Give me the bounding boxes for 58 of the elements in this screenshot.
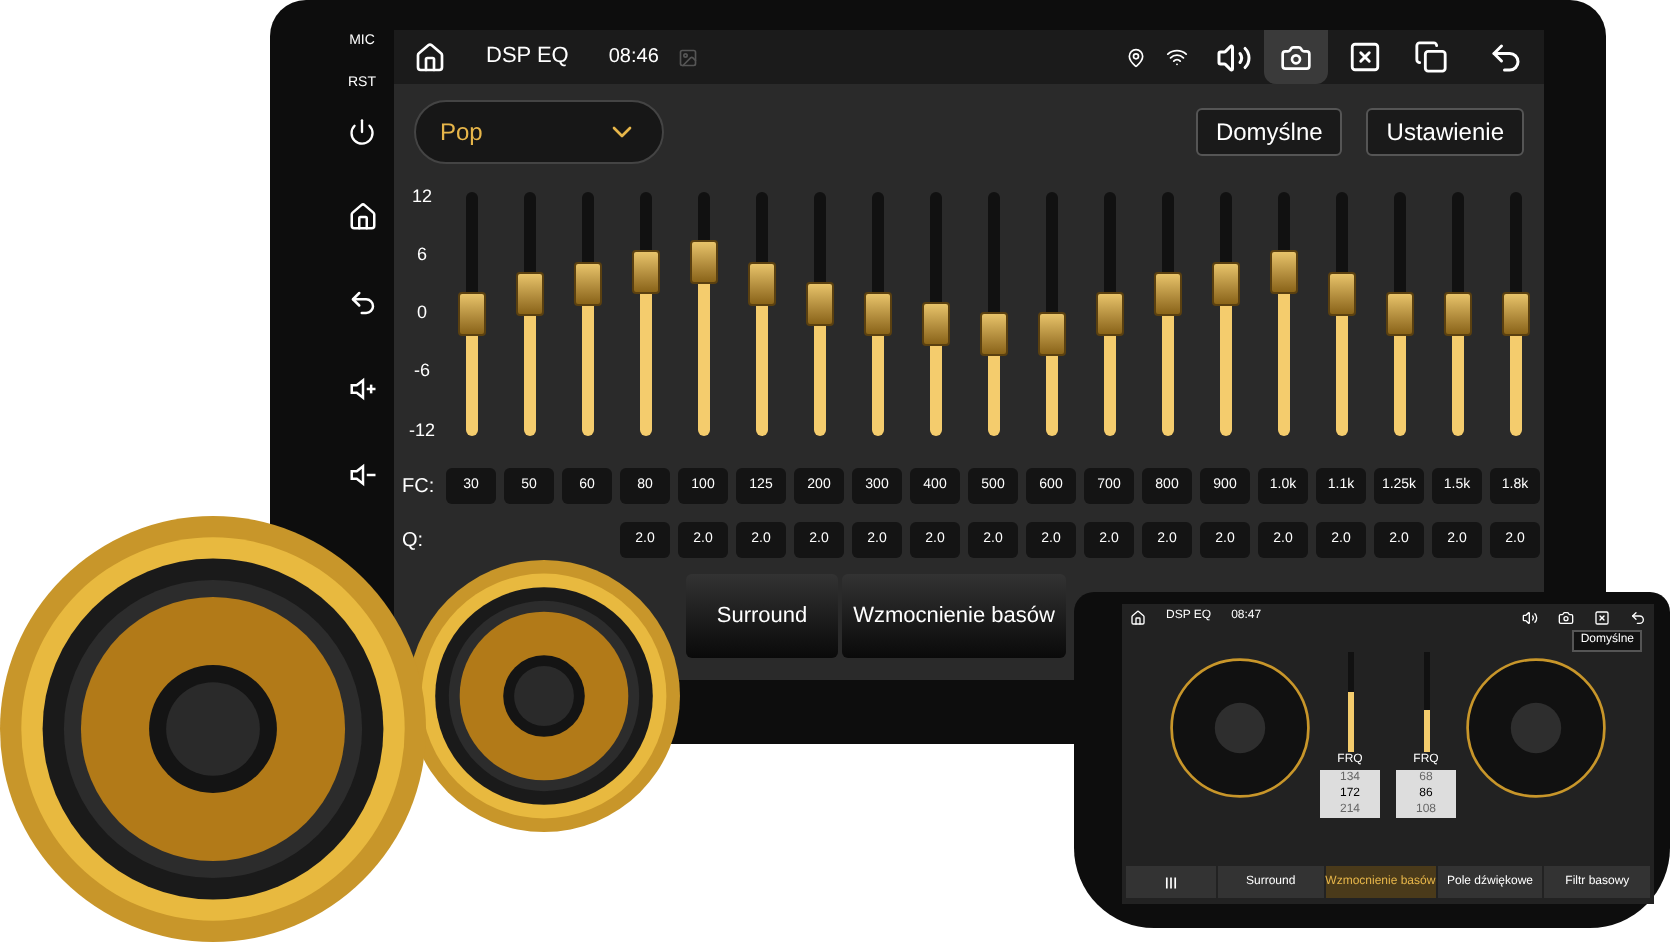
back-icon[interactable] [1488,39,1524,75]
home-icon[interactable] [414,41,446,73]
slider-thumb[interactable] [457,292,485,336]
slider-thumb[interactable] [1269,250,1297,295]
app-title: DSP EQ [486,42,569,73]
slider-thumb[interactable] [979,311,1007,356]
slider-thumb[interactable] [1211,262,1239,307]
action-button[interactable]: Domyślne [1195,108,1343,156]
equalizer-tab[interactable] [1126,866,1216,898]
mode-tab[interactable]: Surround [686,574,838,658]
camera-icon[interactable] [1558,609,1574,625]
slider-thumb[interactable] [1153,272,1181,317]
slider-thumb[interactable] [1327,272,1355,317]
axis-label: 6 [416,242,427,269]
close-icon[interactable] [1594,609,1610,625]
slider-thumb[interactable] [1385,292,1413,336]
row-label: FC: [402,473,437,501]
equalizer-icon [1164,875,1178,889]
windows-icon[interactable] [1414,40,1448,74]
clock: 08:46 [608,44,659,72]
slider-thumb[interactable] [921,301,949,346]
volume-icon[interactable] [1216,39,1252,75]
home-icon[interactable] [347,202,377,232]
slider-thumb[interactable] [805,282,833,327]
preset-dropdown[interactable]: Pop [414,100,664,164]
axis-label: -6 [413,358,430,385]
slider-thumb[interactable] [747,262,775,307]
volume-down-icon[interactable] [347,460,377,490]
volume-up-icon[interactable] [347,374,377,404]
power-icon[interactable] [348,118,376,146]
slider-thumb[interactable] [1095,292,1123,336]
back-icon[interactable] [1630,609,1646,625]
axis-label: 0 [416,300,427,327]
wifi-icon [1166,46,1188,68]
axis-label: -12 [408,417,435,443]
home-icon[interactable] [1130,609,1146,625]
axis-label: 12 [411,184,432,210]
volume-icon[interactable] [1522,609,1538,625]
slider-thumb[interactable] [1501,292,1529,336]
camera-button[interactable] [1264,30,1328,84]
camera-icon[interactable] [1280,41,1312,73]
slider-thumb[interactable] [1443,292,1471,336]
slider-thumb[interactable] [631,250,659,295]
slider-track[interactable] [1347,652,1353,752]
close-icon[interactable] [1348,40,1382,74]
speaker-drawing [1464,656,1608,800]
row-label: Q: [402,527,426,555]
slider-thumb[interactable] [573,262,601,307]
action-button[interactable]: Ustawienie [1366,108,1524,156]
slider-thumb[interactable] [689,240,717,285]
location-icon [1126,47,1146,67]
slider-track[interactable] [1423,652,1429,752]
slider-thumb[interactable] [863,292,891,336]
slider-thumb[interactable] [515,272,543,317]
speaker-drawing [1168,656,1312,800]
back-icon[interactable] [347,288,377,318]
slider-thumb[interactable] [1037,311,1065,356]
mode-tab[interactable]: Wzmocnienie basów [842,574,1066,658]
